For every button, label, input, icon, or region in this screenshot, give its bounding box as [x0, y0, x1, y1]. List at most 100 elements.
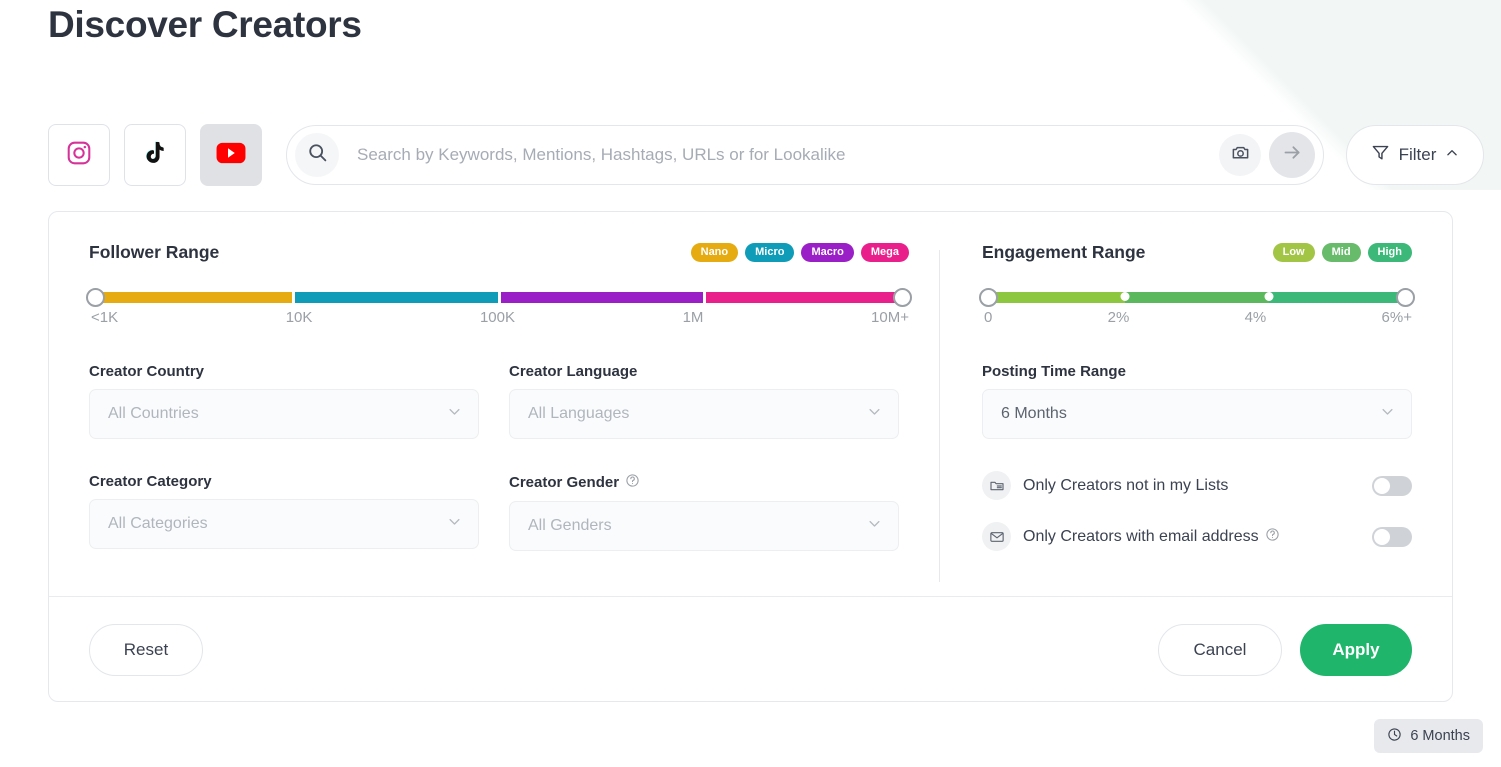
creator-language-field: Creator Language All Languages	[509, 363, 899, 439]
search-submit-button[interactable]	[1269, 132, 1315, 178]
engagement-tick-2: 4%	[1244, 309, 1267, 326]
creator-category-select[interactable]: All Categories	[89, 499, 479, 549]
chevron-down-icon	[1380, 404, 1395, 424]
engagement-tick-0: 0	[984, 309, 993, 326]
creator-location-fields: Creator Country All Countries Creator La…	[89, 363, 909, 439]
posting-time-fields: Posting Time Range 6 Months	[982, 363, 1412, 439]
platform-button-youtube[interactable]	[200, 124, 262, 186]
platform-button-tiktok[interactable]	[124, 124, 186, 186]
engagement-slider-ticks: 0 2% 4% 6%+	[982, 309, 1412, 326]
creator-language-value: All Languages	[528, 405, 630, 422]
help-circle-icon[interactable]	[625, 473, 640, 492]
follower-tick-4: 10M+	[871, 309, 909, 326]
envelope-icon	[982, 522, 1011, 551]
creator-gender-label-row: Creator Gender	[509, 473, 899, 492]
badge-nano: Nano	[690, 242, 739, 263]
badge-micro: Micro	[745, 242, 795, 263]
creator-gender-select[interactable]: All Genders	[509, 501, 899, 551]
follower-slider-handle-max[interactable]	[893, 288, 912, 307]
cancel-button[interactable]: Cancel	[1158, 623, 1282, 676]
creator-country-select[interactable]: All Countries	[89, 389, 479, 439]
engagement-segment-mid	[1125, 292, 1269, 303]
follower-slider-handle-min[interactable]	[86, 288, 105, 307]
badge-high: High	[1367, 242, 1412, 263]
toggle-with-email[interactable]	[1372, 526, 1412, 547]
list-folder-icon	[982, 471, 1011, 500]
search-toolbar: Filter	[48, 124, 1484, 186]
follower-range-slider[interactable]: <1K 10K 100K 1M 10M+	[86, 283, 912, 329]
platform-button-instagram[interactable]	[48, 124, 110, 186]
search-button[interactable]	[295, 133, 339, 177]
funnel-icon	[1371, 143, 1390, 167]
creator-profile-fields: Creator Category All Categories Creator …	[89, 473, 909, 551]
filter-panel: Follower Range Nano Micro Macro Mega <1K…	[48, 211, 1453, 702]
creator-gender-value: All Genders	[528, 517, 612, 534]
creator-category-label: Creator Category	[89, 473, 212, 490]
creator-gender-label: Creator Gender	[509, 474, 620, 491]
filter-panel-footer: Reset Cancel Apply	[49, 596, 1452, 702]
creator-country-label: Creator Country	[89, 363, 205, 380]
engagement-range-slider[interactable]: 0 2% 4% 6%+	[979, 283, 1415, 329]
badge-mega: Mega	[860, 242, 909, 263]
follower-tick-0: <1K	[91, 309, 119, 326]
apply-button[interactable]: Apply	[1300, 623, 1412, 676]
filter-column-right: Engagement Range Low Mid High 0 2% 4% 6%…	[940, 242, 1415, 596]
toggle-not-in-my-lists[interactable]	[1372, 475, 1412, 496]
engagement-slider-handle-max[interactable]	[1396, 288, 1415, 307]
search-bar	[286, 125, 1324, 185]
filter-column-left: Follower Range Nano Micro Macro Mega <1K…	[86, 242, 939, 596]
posting-time-chip[interactable]: 6 Months	[1374, 719, 1483, 753]
engagement-segment-high	[1268, 292, 1412, 303]
follower-range-header: Follower Range Nano Micro Macro Mega	[89, 242, 909, 263]
toggle-knob	[1374, 528, 1390, 545]
arrow-right-icon	[1282, 142, 1303, 168]
chevron-down-icon	[447, 404, 462, 424]
toggle-label-with-email: Only Creators with email address	[1023, 527, 1259, 545]
help-circle-icon[interactable]	[1265, 527, 1280, 547]
filter-toggle-button[interactable]: Filter	[1346, 125, 1484, 185]
follower-tick-1: 10K	[285, 309, 313, 326]
badge-mid: Mid	[1321, 242, 1361, 263]
posting-time-range-value: 6 Months	[1001, 405, 1067, 422]
visual-search-button[interactable]	[1219, 134, 1261, 176]
badge-macro: Macro	[801, 242, 854, 263]
toggle-knob	[1374, 477, 1390, 494]
toggle-label-with-email-row: Only Creators with email address	[1023, 527, 1280, 547]
follower-tier-badges: Nano Micro Macro Mega	[690, 242, 909, 263]
creator-category-field: Creator Category All Categories	[89, 473, 479, 551]
follower-segment-macro	[500, 292, 704, 303]
chevron-up-icon	[1445, 146, 1459, 165]
clock-icon	[1387, 727, 1402, 746]
youtube-icon	[216, 142, 246, 169]
toggle-label-not-in-my-lists: Only Creators not in my Lists	[1023, 476, 1229, 494]
filter-button-label: Filter	[1398, 145, 1437, 164]
engagement-tick-3: 6%+	[1381, 309, 1412, 326]
follower-segment-micro	[294, 292, 498, 303]
follower-tick-2: 100K	[479, 309, 516, 326]
engagement-slider-track	[982, 292, 1412, 303]
tiktok-icon	[142, 140, 168, 171]
camera-icon	[1231, 143, 1250, 167]
page-title: Discover Creators	[48, 4, 362, 45]
follower-slider-track	[89, 292, 909, 303]
chevron-down-icon	[867, 404, 882, 424]
creator-language-label: Creator Language	[509, 363, 638, 380]
creator-language-select[interactable]: All Languages	[509, 389, 899, 439]
engagement-tick-1: 2%	[1107, 309, 1130, 326]
reset-button[interactable]: Reset	[89, 623, 203, 676]
engagement-slider-handle-min[interactable]	[979, 288, 998, 307]
search-input[interactable]	[339, 145, 1219, 165]
search-icon	[307, 142, 328, 168]
filter-panel-body: Follower Range Nano Micro Macro Mega <1K…	[49, 212, 1452, 596]
engagement-range-title: Engagement Range	[982, 242, 1146, 262]
follower-segment-mega	[706, 292, 909, 303]
posting-time-chip-label: 6 Months	[1410, 728, 1470, 744]
creator-country-field: Creator Country All Countries	[89, 363, 479, 439]
engagement-range-header: Engagement Range Low Mid High	[982, 242, 1412, 263]
posting-time-range-field: Posting Time Range 6 Months	[982, 363, 1412, 439]
creator-gender-field: Creator Gender All Genders	[509, 473, 899, 551]
posting-time-range-select[interactable]: 6 Months	[982, 389, 1412, 439]
follower-segment-nano	[89, 292, 292, 303]
chevron-down-icon	[867, 516, 882, 536]
instagram-icon	[66, 140, 92, 171]
